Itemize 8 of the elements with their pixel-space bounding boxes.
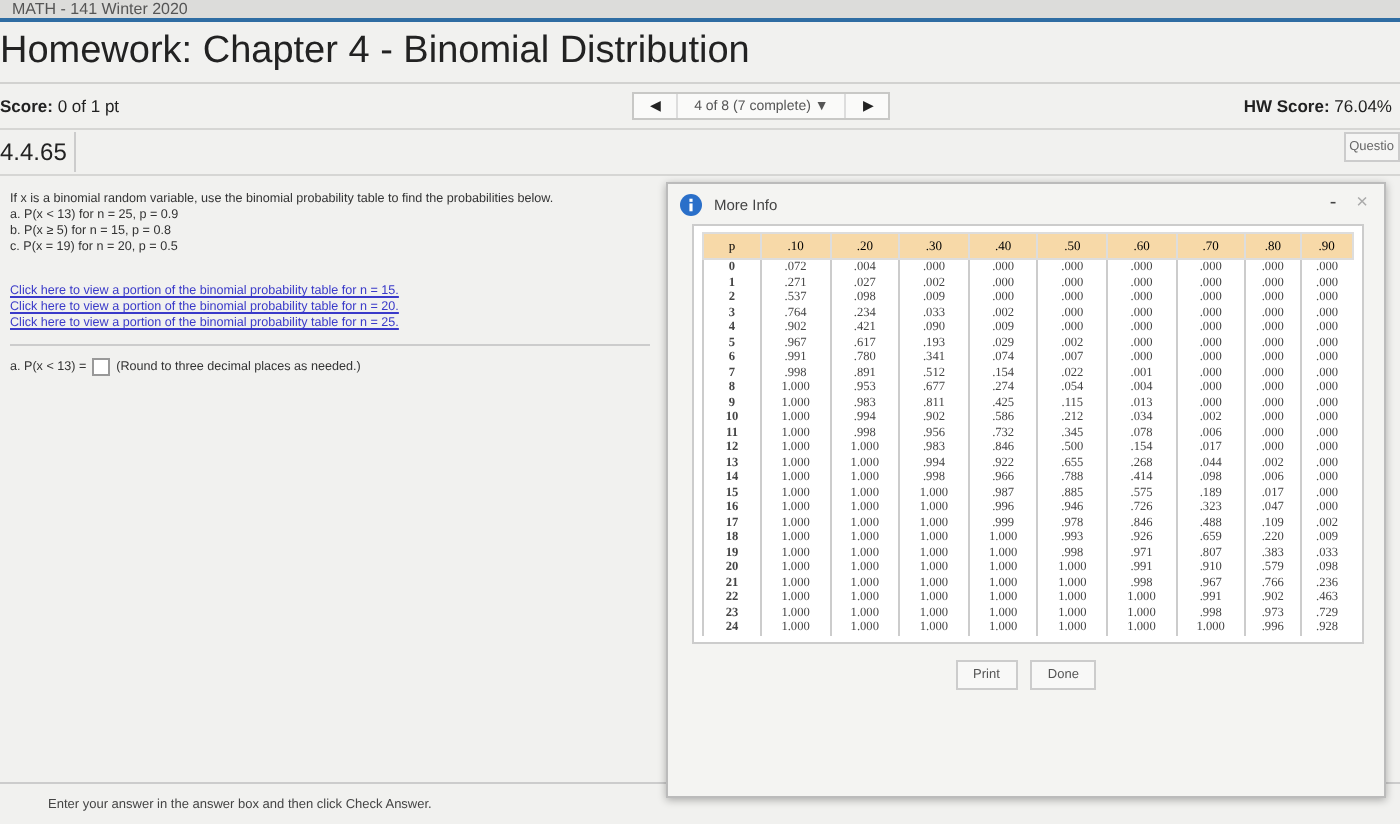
page-title: Homework: Chapter 4 - Binomial Distribution (0, 30, 750, 74)
score-text: Score: 0 of 1 pt (0, 96, 120, 116)
minimize-button[interactable]: - (1325, 194, 1341, 214)
question-id: 4.4.65 (0, 132, 77, 172)
course-title: MATH - 141 Winter 2020 (12, 0, 188, 18)
info-icon (680, 193, 702, 215)
answer-field[interactable] (92, 358, 111, 376)
hw-score-text: HW Score: 76.04% (1243, 96, 1392, 116)
